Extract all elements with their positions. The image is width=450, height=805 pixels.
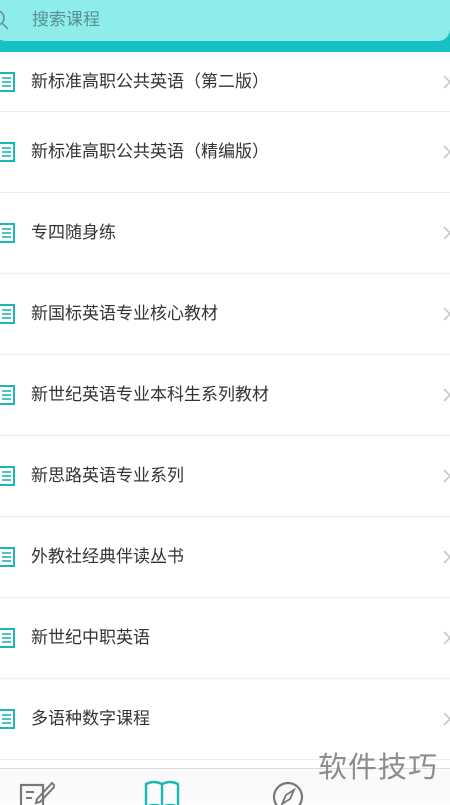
book-icon [0,547,15,567]
book-icon [0,709,15,729]
search-input[interactable]: 搜索课程 [0,0,450,41]
course-list-item[interactable]: 外教社经典伴读丛书 [0,517,450,598]
chevron-right-icon [443,226,450,240]
book-icon [0,385,15,405]
course-title: 新标准高职公共英语（第二版） [31,71,269,92]
book-open-icon[interactable] [144,779,180,805]
course-list-item[interactable]: 新世纪中职英语 [0,598,450,679]
chevron-right-icon [443,74,450,89]
course-list: 新标准高职公共英语（第二版） 新标准高职公共英语（精编版） 专四随身练 新国标英… [0,52,450,760]
chevron-right-icon [443,307,450,321]
course-title: 多语种数字课程 [31,709,150,729]
course-list-item[interactable]: 专四随身练 [0,193,450,274]
book-icon [0,223,15,243]
search-placeholder: 搜索课程 [32,10,100,30]
chevron-right-icon [443,550,450,564]
search-icon [0,10,9,30]
edit-icon[interactable] [19,779,55,805]
course-list-item[interactable]: 新标准高职公共英语（第二版） [0,52,450,112]
chevron-right-icon [443,145,450,159]
course-list-item[interactable]: 新思路英语专业系列 [0,436,450,517]
chevron-right-icon [443,712,450,726]
course-title: 专四随身练 [31,223,116,243]
course-title: 新思路英语专业系列 [31,466,184,486]
book-icon [0,142,15,162]
watermark: 软件技巧 [318,750,439,784]
course-title: 新标准高职公共英语（精编版） [31,142,269,162]
course-list-item[interactable]: 新标准高职公共英语（精编版） [0,112,450,193]
course-title: 新国标英语专业核心教材 [31,304,218,324]
book-icon [0,628,15,648]
course-list-item[interactable]: 新世纪英语专业本科生系列教材 [0,355,450,436]
course-title: 外教社经典伴读丛书 [31,547,184,567]
chevron-right-icon [443,388,450,402]
course-list-item[interactable]: 新国标英语专业核心教材 [0,274,450,355]
book-icon [0,71,15,92]
course-title: 新世纪中职英语 [31,628,150,648]
chevron-right-icon [443,469,450,483]
compass-icon[interactable] [270,779,306,805]
course-list-item[interactable]: 多语种数字课程 [0,679,450,760]
header-bar: 搜索课程 [0,0,450,52]
book-icon [0,466,15,486]
book-icon [0,304,15,324]
course-title: 新世纪英语专业本科生系列教材 [31,385,269,405]
chevron-right-icon [443,631,450,645]
